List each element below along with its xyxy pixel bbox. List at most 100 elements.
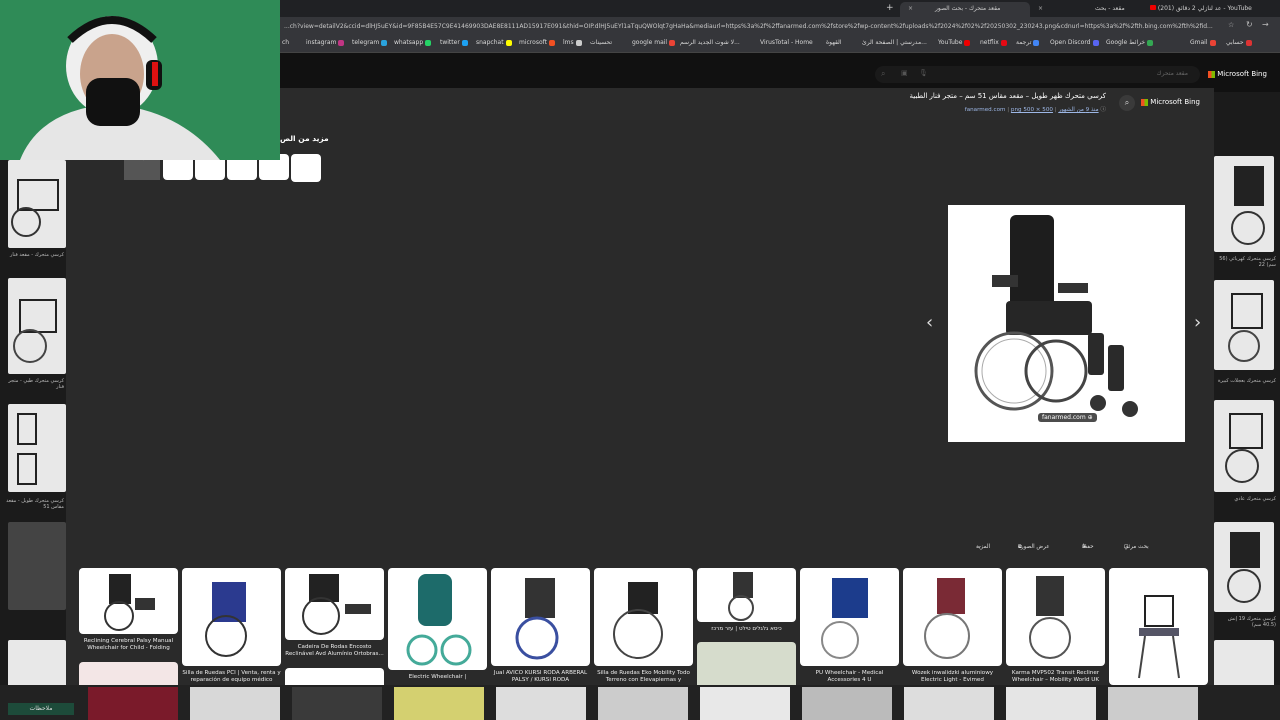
new-tab-button[interactable]: + xyxy=(886,2,894,15)
detail-title[interactable]: كرسي متحرك ظهر طويل – مقعد مقاس 51 سم – … xyxy=(910,92,1106,100)
related-thumb[interactable] xyxy=(285,668,384,685)
bookmark-lms[interactable]: lms xyxy=(563,39,582,46)
related-thumb[interactable] xyxy=(594,568,693,666)
bookmark-shot[interactable]: لا شوت الجديد الرسم... xyxy=(680,39,740,46)
related-thumb[interactable] xyxy=(903,568,1002,666)
bookmark-account[interactable]: حسابي xyxy=(1226,39,1252,46)
related-caption[interactable]: Silla de Ruedas PCI | Venta, renta y rep… xyxy=(182,670,281,684)
bookmark-discord[interactable]: Open Discord xyxy=(1050,39,1099,46)
related-thumb[interactable] xyxy=(491,568,590,666)
bg-thumb-right-4[interactable] xyxy=(1214,522,1274,612)
tab-search[interactable]: × مقعد - بحث xyxy=(1030,2,1140,15)
bookmark-instagram[interactable]: instagram xyxy=(306,39,345,46)
source-link[interactable]: fanarmed.com xyxy=(965,107,1006,113)
bing-brand-text: Microsoft Bing xyxy=(1217,70,1267,78)
bookmark-telegram[interactable]: telegram xyxy=(352,39,388,46)
bg-caption: كرسي متحرك بعجلات كبيرة xyxy=(1217,378,1276,384)
bookmark-microsoft[interactable]: microsoft xyxy=(519,39,555,46)
tab-image-search-active[interactable]: × مقعد متحرك - بحث الصور xyxy=(900,2,1030,17)
modal-search-button[interactable]: ⌕ xyxy=(1119,95,1135,111)
taskbar-badge[interactable]: ملاحظات xyxy=(8,703,74,715)
related-caption[interactable]: כיסא גלגלים טילט | עזר מרכז xyxy=(697,626,796,636)
bg-thumb-left-2[interactable] xyxy=(8,278,66,374)
bookmark-youtube[interactable]: YouTube xyxy=(938,39,971,46)
bg-thumb-right-5[interactable] xyxy=(1214,640,1274,690)
related-caption[interactable]: Silla de Ruedas Eko Mobility Todo Terren… xyxy=(594,670,693,684)
related-caption[interactable]: Jual AVICO KURSI RODA ARBERAL PALSY / KU… xyxy=(491,670,590,684)
bookmark-translate[interactable]: ترجمة xyxy=(1016,39,1040,46)
bing-logo[interactable]: Microsoft Bing xyxy=(1208,70,1267,78)
bookmark-whatsapp[interactable]: whatsapp xyxy=(394,39,432,46)
related-thumb[interactable] xyxy=(800,568,899,666)
close-icon[interactable]: × xyxy=(908,5,913,12)
main-image[interactable]: fanarmed.com ⊕ xyxy=(948,205,1185,442)
related-caption[interactable]: Cadeira De Rodas Encosto Reclinável Avd … xyxy=(285,644,384,658)
related-thumb[interactable] xyxy=(285,568,384,640)
search-icon: ⌕ xyxy=(1124,98,1130,107)
bg-thumb-left-3[interactable] xyxy=(8,404,66,492)
mic-icon[interactable]: 🎙 xyxy=(919,69,928,77)
bookmark-item[interactable]: ch xyxy=(282,39,289,46)
related-caption[interactable]: Reclining Cerebral Palsy Manual Wheelcha… xyxy=(79,638,178,652)
bookmark-coffee[interactable]: القهوة xyxy=(826,39,842,46)
bg-thumb-right-3[interactable] xyxy=(1214,400,1274,492)
bg-thumb-left-4[interactable] xyxy=(8,522,66,610)
bg-thumb-right-2[interactable] xyxy=(1214,280,1274,370)
view-image-icon: ⧉ xyxy=(1018,544,1022,550)
bg-caption: كرسي متحرك 19 إنش (40.5 سم) xyxy=(1227,616,1276,628)
bg-bottom-row: ملاحظات xyxy=(0,685,1280,720)
camera-icon[interactable]: ▣ xyxy=(901,69,908,77)
bookmark-improvements[interactable]: تحسينات xyxy=(590,39,612,46)
related-thumb[interactable] xyxy=(697,642,796,685)
bg-caption: كرسي متحرك عادي xyxy=(1234,496,1276,502)
prev-image-button[interactable]: ‹ xyxy=(926,312,933,333)
star-icon[interactable]: ☆ xyxy=(1228,21,1234,29)
related-caption[interactable]: PU Wheelchair - Medical Accessories 4 U xyxy=(800,670,899,684)
related-thumb[interactable] xyxy=(697,568,796,622)
bg-thumb-left-1[interactable] xyxy=(8,160,66,248)
webcam-overlay xyxy=(0,0,280,160)
visual-search-icon[interactable]: ⊕ xyxy=(1088,414,1093,421)
bookmark-netflix[interactable]: netflix xyxy=(980,39,1007,46)
image-size: png 500 × 500 xyxy=(1010,107,1053,113)
modal-bing-logo[interactable]: Microsoft Bing xyxy=(1141,98,1200,106)
related-thumb[interactable] xyxy=(182,568,281,666)
tab-youtube[interactable]: (201) عد لنازلي 2 دقائق - YouTube xyxy=(1150,2,1260,15)
bookmark-twitter[interactable]: twitter xyxy=(440,39,468,46)
url-field[interactable]: ...ch?view=detailV2&ccid=dlHJ5uEY&id=9F8… xyxy=(284,20,1219,33)
person-image xyxy=(0,0,280,160)
related-caption[interactable]: Karma MVP502 Transit Recliner Wheelchair… xyxy=(1006,670,1105,684)
wheelchair-image xyxy=(974,215,1138,417)
related-caption[interactable]: Wózek inwalidzki aluminiowy Electric Lig… xyxy=(903,670,1002,684)
bg-thumb-right-1[interactable] xyxy=(1214,156,1274,252)
search-icon[interactable]: ⌕ xyxy=(881,69,885,79)
bookmark-madrasati[interactable]: مدرستي | الصفحة الرئ... xyxy=(862,39,927,46)
bookmark-google-mail[interactable]: google mail xyxy=(632,39,676,46)
related-thumb[interactable] xyxy=(1006,568,1105,666)
watermark-text: fanarmed.com xyxy=(1042,414,1086,421)
bookmark-snapchat[interactable]: snapchat xyxy=(476,39,512,46)
related-thumb[interactable] xyxy=(388,568,487,670)
related-thumb[interactable] xyxy=(1109,568,1208,685)
more-from-page-title: مزيد من الص xyxy=(280,134,329,143)
search-query[interactable]: مقعد متحرك xyxy=(1157,70,1188,77)
microsoft-logo-icon xyxy=(1141,98,1149,106)
bookmark-gmail[interactable]: Gmail xyxy=(1190,39,1216,46)
forward-icon[interactable]: → xyxy=(1262,20,1269,29)
info-icon[interactable]: ⓘ xyxy=(1100,107,1106,113)
close-icon[interactable]: × xyxy=(1038,5,1043,12)
more-icon: ··· xyxy=(976,544,982,550)
save-icon: ⊞ xyxy=(1082,544,1087,550)
search-box[interactable]: ⌕ ▣ 🎙 مقعد متحرك xyxy=(875,66,1200,83)
detail-meta: fanarmed.com | png 500 × 500 | منذ 9 من … xyxy=(964,107,1106,113)
mini-thumb-selected[interactable] xyxy=(291,154,321,182)
related-caption[interactable]: Electric Wheelchair | xyxy=(388,674,487,684)
related-thumb[interactable] xyxy=(79,662,178,685)
image-age: منذ 9 من الشهور xyxy=(1058,107,1099,113)
bookmark-virustotal[interactable]: VirusTotal - Home xyxy=(760,39,813,46)
bg-caption: كرسي متحرك طبي - متجر فنار xyxy=(8,378,64,390)
related-thumb[interactable] xyxy=(79,568,178,634)
reload-icon[interactable]: ↻ xyxy=(1246,20,1253,29)
bookmark-google-maps[interactable]: Google خرائط xyxy=(1106,39,1154,46)
next-image-button[interactable]: › xyxy=(1194,312,1201,333)
